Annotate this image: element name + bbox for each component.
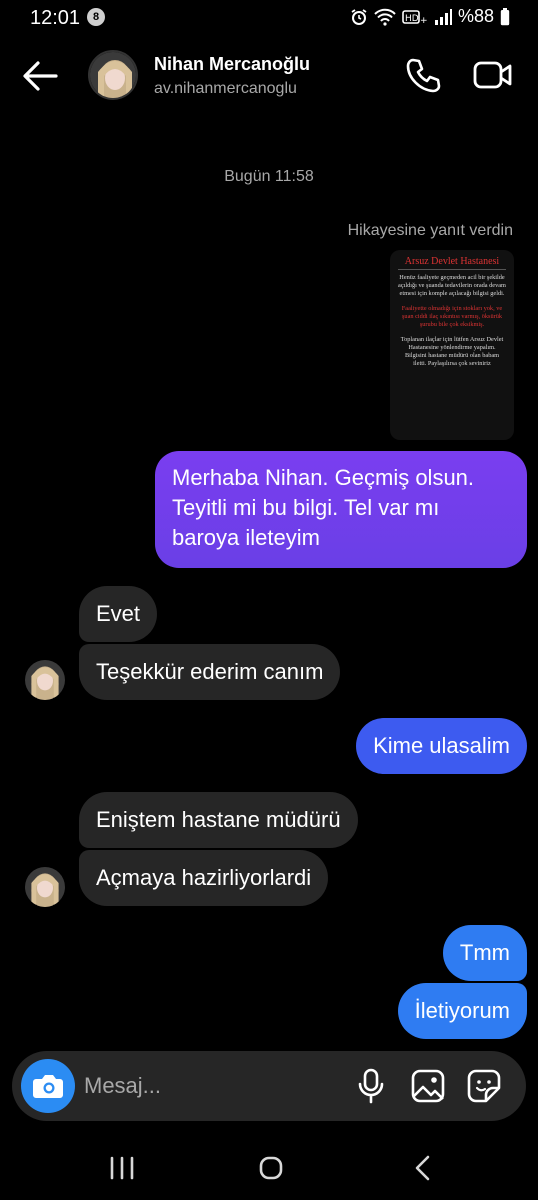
contact-avatar[interactable] [88, 50, 138, 100]
story-paragraph: Toplanan ilaçlar için lütfen Arsuz Devle… [400, 336, 504, 367]
message-input[interactable] [84, 1071, 334, 1101]
sender-avatar[interactable] [25, 867, 65, 907]
outgoing-message[interactable]: Kime ulasalim [356, 718, 527, 774]
contact-username[interactable]: av.nihanmercanoglu [154, 80, 297, 98]
image-icon[interactable] [410, 1068, 446, 1104]
incoming-message[interactable]: Teşekkür ederim canım [79, 644, 341, 700]
story-paragraph: Faaliyette olmadığı için stokları yok, v… [401, 305, 503, 328]
battery-icon [500, 7, 510, 25]
microphone-icon[interactable] [357, 1068, 385, 1104]
status-bar: 12:01 8 HD+2 %88 [0, 0, 538, 36]
story-reply-label: Hikayesine yanıt verdin [347, 222, 513, 239]
battery-percent: %88 [457, 6, 494, 26]
svg-text:+2: +2 [420, 16, 428, 26]
sender-avatar[interactable] [25, 660, 65, 700]
message-composer [12, 1051, 526, 1121]
video-camera-icon[interactable] [472, 56, 514, 94]
camera-icon [33, 1075, 63, 1098]
outgoing-message[interactable]: Merhaba Nihan. Geçmiş olsun. Teyitli mi … [155, 451, 527, 568]
wifi-icon [374, 8, 396, 26]
status-time: 12:01 [30, 7, 81, 29]
notification-count-badge: 8 [87, 8, 105, 26]
status-icons: HD+2 %88 [350, 6, 510, 27]
story-preview[interactable]: Arsuz Devlet Hastanesi Henüz faaliyete g… [390, 250, 514, 440]
back-arrow-icon[interactable] [20, 58, 60, 94]
story-title: Arsuz Devlet Hastanesi [398, 256, 506, 270]
system-nav-bar [0, 1140, 538, 1200]
incoming-message[interactable]: Eniştem hastane müdürü [79, 792, 358, 848]
svg-text:HD: HD [405, 14, 419, 24]
chat-timestamp: Bugün 11:58 [224, 168, 314, 185]
chat-header: Nihan Mercanoğlu av.nihanmercanoglu [0, 40, 538, 112]
story-paragraph: Henüz faaliyete geçmeden acil bir şekild… [398, 274, 506, 297]
signal-icon [434, 8, 452, 25]
incoming-message[interactable]: Evet [79, 586, 158, 642]
contact-name[interactable]: Nihan Mercanoğlu [154, 54, 310, 75]
outgoing-message[interactable]: İletiyorum [397, 983, 527, 1039]
sticker-icon[interactable] [466, 1068, 502, 1104]
camera-button[interactable] [21, 1059, 75, 1113]
volte-icon: HD+2 [402, 9, 428, 26]
incoming-message[interactable]: Açmaya hazirliyorlardi [79, 850, 329, 906]
alarm-icon [351, 8, 367, 25]
recent-apps-icon[interactable] [108, 1156, 136, 1180]
nav-back-icon[interactable] [412, 1154, 434, 1182]
phone-icon[interactable] [404, 56, 442, 94]
home-icon[interactable] [258, 1155, 284, 1181]
outgoing-message[interactable]: Tmm [442, 925, 527, 981]
